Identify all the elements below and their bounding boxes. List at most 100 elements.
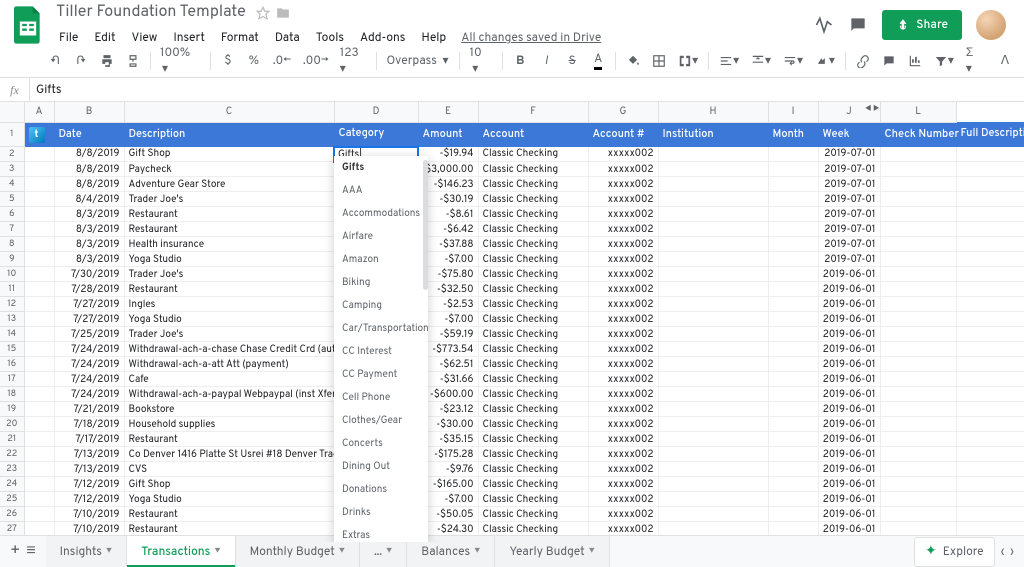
cell[interactable]: Classic Checking [478, 357, 588, 372]
cell[interactable]: 2019-07-01 [818, 162, 880, 177]
cell[interactable]: Classic Checking [478, 237, 588, 252]
cell[interactable] [658, 177, 768, 192]
cell[interactable] [956, 312, 1024, 327]
cell[interactable] [768, 207, 818, 222]
column-header[interactable]: L [880, 102, 956, 122]
dropdown-item[interactable]: CC Interest [334, 340, 428, 363]
cell[interactable]: xxxxx002 [588, 507, 658, 522]
dropdown-item[interactable]: Drinks [334, 501, 428, 524]
cell[interactable]: 2019-06-01 [818, 447, 880, 462]
cell[interactable]: xxxxx002 [588, 312, 658, 327]
cell[interactable] [768, 372, 818, 387]
cell[interactable] [768, 417, 818, 432]
menu-format[interactable]: Format [214, 27, 266, 49]
cell[interactable] [956, 297, 1024, 312]
cell[interactable] [880, 477, 956, 492]
cell[interactable]: Trader Joe's [124, 267, 334, 282]
scroll-right-button[interactable]: › [1010, 544, 1014, 560]
cell[interactable]: 8/3/2019 [54, 222, 124, 237]
row-header[interactable]: 26 [0, 507, 24, 522]
column-header[interactable]: C [124, 102, 334, 122]
rotate-button[interactable]: ▾ [811, 49, 839, 73]
row-header[interactable]: 6 [0, 207, 24, 222]
header-cell[interactable]: Account [478, 122, 588, 147]
cell[interactable]: Trader Joe's [124, 192, 334, 207]
cell[interactable] [880, 327, 956, 342]
cell[interactable]: xxxxx002 [588, 387, 658, 402]
cell[interactable] [768, 402, 818, 417]
cell[interactable] [658, 507, 768, 522]
user-avatar[interactable] [976, 10, 1006, 40]
cell[interactable] [768, 312, 818, 327]
cell[interactable] [956, 462, 1024, 477]
dropdown-item[interactable]: Airfare [334, 225, 428, 248]
cell[interactable]: Bookstore [124, 402, 334, 417]
cell[interactable] [24, 387, 54, 402]
sheet-menu-icon[interactable]: ▼ [339, 547, 345, 557]
dropdown-item[interactable]: Donations [334, 478, 428, 501]
row-header[interactable]: 22 [0, 447, 24, 462]
cell[interactable] [880, 492, 956, 507]
cell[interactable] [956, 222, 1024, 237]
cell[interactable]: Classic Checking [478, 312, 588, 327]
cell[interactable] [24, 402, 54, 417]
cell[interactable]: 2019-06-01 [818, 417, 880, 432]
cell[interactable] [768, 477, 818, 492]
number-format-select[interactable]: 123 ▾ [337, 45, 371, 77]
row-header[interactable]: 25 [0, 492, 24, 507]
dropdown-item[interactable]: Dining Out [334, 455, 428, 478]
cell[interactable]: xxxxx002 [588, 282, 658, 297]
scroll-left-button[interactable]: ‹ [1001, 544, 1005, 560]
cell[interactable]: 7/18/2019 [54, 417, 124, 432]
print-button[interactable] [96, 50, 118, 72]
explore-button[interactable]: ✦ Explore [914, 537, 995, 567]
cell[interactable]: Gift Shop [124, 477, 334, 492]
sheet-menu-icon[interactable]: ▼ [106, 547, 112, 557]
dropdown-item[interactable]: Car/Transportation [334, 317, 428, 340]
cell[interactable] [956, 432, 1024, 447]
header-cell[interactable]: Week [818, 122, 880, 147]
cell[interactable]: 7/12/2019 [54, 477, 124, 492]
redo-button[interactable]: ↷ [70, 49, 92, 73]
sheet-menu-icon[interactable]: ▼ [386, 547, 392, 557]
cell[interactable] [768, 492, 818, 507]
dropdown-item[interactable]: AAA [334, 179, 428, 202]
header-cell[interactable]: Full Description [956, 122, 1024, 147]
cell[interactable]: Cafe [124, 372, 334, 387]
cell[interactable]: 8/3/2019 [54, 252, 124, 267]
cell[interactable]: 8/4/2019 [54, 192, 124, 207]
cell[interactable]: Classic Checking [478, 162, 588, 177]
cell[interactable]: 2019-06-01 [818, 267, 880, 282]
dec-less-button[interactable]: .0← [269, 49, 295, 73]
cell[interactable] [880, 222, 956, 237]
cell[interactable] [658, 312, 768, 327]
cell[interactable]: 7/13/2019 [54, 447, 124, 462]
document-title[interactable]: Tiller Foundation Template [52, 1, 250, 25]
row-header[interactable]: 23 [0, 462, 24, 477]
cell[interactable] [880, 282, 956, 297]
row-header[interactable]: 10 [0, 267, 24, 282]
comment-icon[interactable] [848, 15, 868, 35]
cell[interactable]: xxxxx002 [588, 462, 658, 477]
cell[interactable]: xxxxx002 [588, 297, 658, 312]
sheet-menu-icon[interactable]: ▼ [214, 547, 220, 557]
dropdown-item[interactable]: Clothes/Gear [334, 409, 428, 432]
paint-button[interactable] [122, 50, 144, 72]
cell[interactable]: Classic Checking [478, 297, 588, 312]
cell[interactable] [956, 507, 1024, 522]
cell[interactable] [658, 462, 768, 477]
header-cell[interactable]: Institution [658, 122, 768, 147]
cell[interactable]: 7/24/2019 [54, 387, 124, 402]
cell[interactable]: Restaurant [124, 432, 334, 447]
cell[interactable]: Trader Joe's [124, 327, 334, 342]
sheet-menu-icon[interactable]: ▼ [474, 547, 480, 557]
cell[interactable]: Restaurant [124, 507, 334, 522]
cell[interactable] [768, 327, 818, 342]
cell[interactable] [24, 372, 54, 387]
cell[interactable] [880, 177, 956, 192]
merge-button[interactable]: ▾ [674, 49, 702, 73]
cell[interactable] [24, 237, 54, 252]
filter-button[interactable]: ▾ [930, 49, 958, 73]
cell[interactable] [658, 387, 768, 402]
cell[interactable] [956, 147, 1024, 162]
